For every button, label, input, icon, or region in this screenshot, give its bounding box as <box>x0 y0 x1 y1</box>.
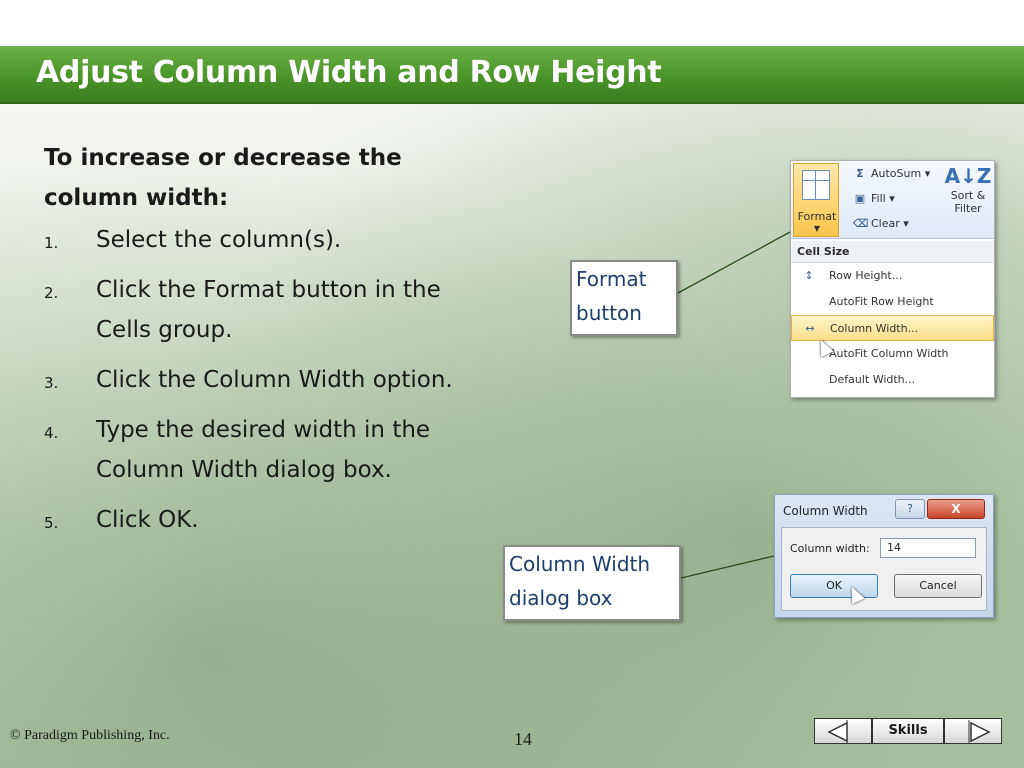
slide-content: To increase or decrease the column width… <box>44 138 474 550</box>
step-text: Click the Format button in the Cells gro… <box>96 277 441 343</box>
row-height-icon: ↕ <box>804 269 814 282</box>
column-width-dialog: Column Width ? X Column width: 14 OK Can… <box>774 494 994 618</box>
menu-item-label: AutoFit Row Height <box>829 295 934 308</box>
step-number: 3. <box>44 374 59 392</box>
menu-item-row-height[interactable]: ↕ Row Height... <box>791 263 994 289</box>
filter-label: Filter <box>954 202 982 215</box>
autosum-button[interactable]: Σ AutoSum ▾ <box>853 167 930 180</box>
step-text: Select the column(s). <box>96 227 342 253</box>
callout-line: dialog box <box>509 586 613 610</box>
arrow-right-icon <box>968 720 991 744</box>
title-bar: Adjust Column Width and Row Height <box>0 46 1024 104</box>
menu-item-label: Row Height... <box>829 269 903 282</box>
callout-line: Column Width <box>509 552 651 576</box>
dialog-box-callout: Column Width dialog box <box>503 545 681 621</box>
sort-label: Sort & <box>950 189 986 202</box>
format-button[interactable]: Format ▼ <box>793 163 839 237</box>
format-connector-line <box>677 231 791 294</box>
help-button[interactable]: ? <box>895 499 925 519</box>
ok-button[interactable]: OK <box>790 574 878 598</box>
copyright-text: © Paradigm Publishing, Inc. <box>10 728 170 743</box>
menu-item-label: Column Width... <box>830 322 919 335</box>
step-number: 2. <box>44 284 59 302</box>
format-button-label: Format <box>797 210 837 223</box>
step-item: 3. Click the Column Width option. <box>44 360 474 400</box>
clear-label: Clear <box>871 217 900 230</box>
menu-item-label: AutoFit Column Width <box>829 347 949 360</box>
next-slide-button[interactable] <box>944 718 1002 744</box>
sigma-icon: Σ <box>856 167 864 180</box>
step-text: Type the desired width in the Column Wid… <box>96 417 431 483</box>
close-button[interactable]: X <box>927 499 985 519</box>
intro-text: To increase or decrease the column width… <box>44 145 402 211</box>
step-item: 4. Type the desired width in the Column W… <box>44 410 474 490</box>
step-text: Click OK. <box>96 507 199 533</box>
fill-label: Fill <box>871 192 886 205</box>
step-number: 5. <box>44 514 59 532</box>
dialog-title: Column Width <box>783 504 868 518</box>
slide-title: Adjust Column Width and Row Height <box>36 55 662 90</box>
arrow-left-icon <box>827 720 848 744</box>
step-item: 1. Select the column(s). <box>44 220 474 260</box>
cells-ribbon-group: Format ▼ Σ AutoSum ▾ ▣ Fill ▾ ⌫ Clear ▾ A↓Z… <box>791 161 994 239</box>
eraser-icon: ⌫ <box>853 217 869 230</box>
format-button-callout: Format button <box>570 260 678 336</box>
fill-down-icon: ▣ <box>854 192 866 205</box>
step-number: 1. <box>44 234 59 252</box>
fill-button[interactable]: ▣ Fill ▾ <box>853 192 895 205</box>
chevron-down-icon: ▼ <box>813 224 821 233</box>
column-width-label: Column width: <box>790 542 870 555</box>
autosum-label: AutoSum <box>871 167 922 180</box>
format-menu-screenshot: Format ▼ Σ AutoSum ▾ ▣ Fill ▾ ⌫ Clear ▾ A↓Z… <box>790 160 995 398</box>
step-text: Click the Column Width option. <box>96 367 453 393</box>
step-item: 2. Click the Format button in the Cells g… <box>44 270 474 350</box>
previous-slide-button[interactable] <box>814 718 872 744</box>
menu-item-autofit-row-height[interactable]: AutoFit Row Height <box>791 289 994 315</box>
menu-item-label: Default Width... <box>829 373 916 386</box>
page-number: 14 <box>514 729 532 749</box>
sort-az-icon: A↓Z <box>944 164 992 188</box>
sort-filter-button[interactable]: A↓Z Sort & Filter <box>944 163 992 215</box>
menu-item-column-width[interactable]: ↔ Column Width... <box>791 315 994 341</box>
clear-button[interactable]: ⌫ Clear ▾ <box>853 217 909 230</box>
dialog-connector-line <box>680 555 775 579</box>
skills-button[interactable]: Skills <box>872 718 944 744</box>
cancel-button[interactable]: Cancel <box>894 574 982 598</box>
menu-section-header: Cell Size <box>791 241 994 263</box>
slide-navigation: Skills <box>814 718 1002 744</box>
step-item: 5. Click OK. <box>44 500 474 540</box>
callout-line: button <box>576 301 642 325</box>
top-margin <box>0 0 1024 46</box>
menu-item-default-width[interactable]: Default Width... <box>791 367 994 393</box>
step-number: 4. <box>44 424 59 442</box>
callout-line: Format <box>576 267 647 291</box>
dialog-body: Column width: 14 OK Cancel <box>781 527 987 611</box>
format-dropdown-menu: Cell Size ↕ Row Height... AutoFit Row Hei… <box>791 241 994 393</box>
column-width-icon: ↔ <box>805 322 815 335</box>
format-cells-icon <box>802 170 830 200</box>
steps-list: 1. Select the column(s). 2. Click the Form… <box>44 220 474 540</box>
column-width-input[interactable]: 14 <box>880 538 976 558</box>
